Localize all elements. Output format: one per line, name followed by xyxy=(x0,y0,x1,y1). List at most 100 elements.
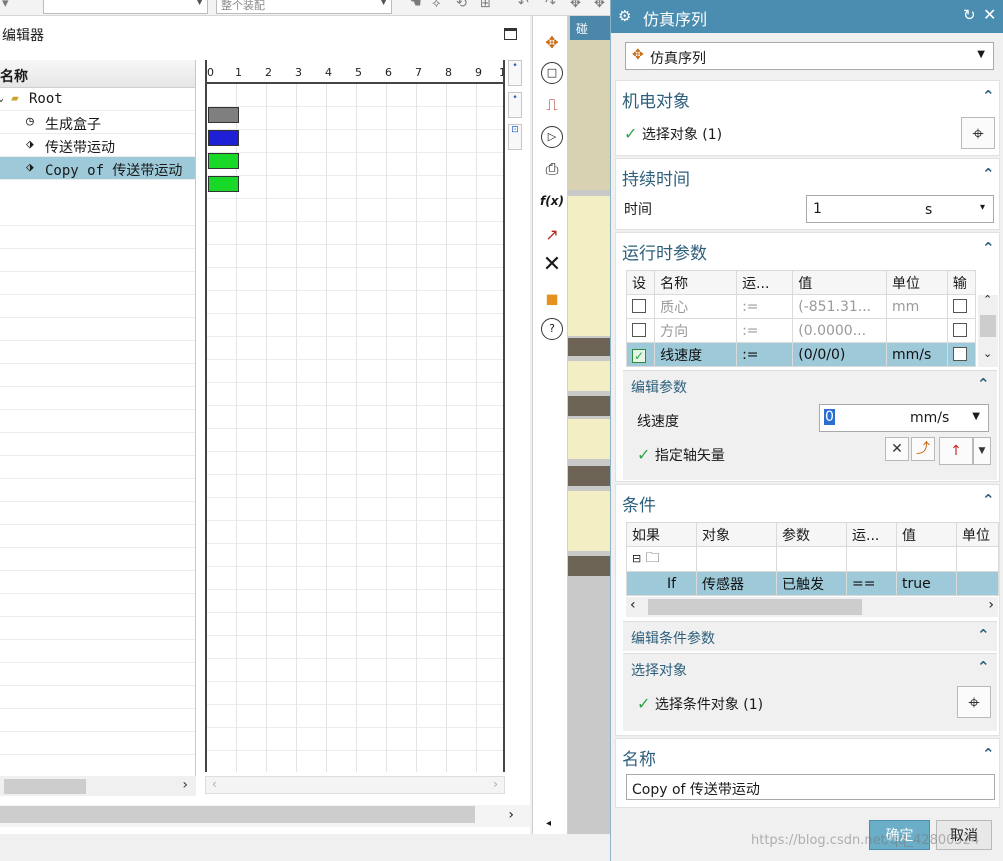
chevron-down-icon[interactable]: ▼ xyxy=(972,411,980,422)
table-row[interactable]: ✓ 线速度 := (0/0/0) mm/s xyxy=(625,342,977,367)
time-input[interactable]: 1 s ▾ xyxy=(806,195,994,223)
stop-icon[interactable]: □ xyxy=(541,62,563,84)
scrollbar-thumb[interactable] xyxy=(4,779,86,794)
collapse-icon[interactable]: ⌃ xyxy=(982,491,995,509)
link-arrow-icon[interactable]: ↗ xyxy=(539,222,565,248)
scroll-right-icon[interactable]: › xyxy=(493,777,498,791)
scroll-down-icon[interactable]: ⌄ xyxy=(983,347,992,360)
select-condition-object-button[interactable]: ⌖ xyxy=(957,686,991,718)
col-object[interactable]: 对象 xyxy=(696,522,777,547)
edit-condition-params-header[interactable]: 编辑条件参数 xyxy=(631,628,715,648)
timeline-bar-root[interactable] xyxy=(208,107,239,123)
editor-bottom-scrollbar[interactable]: › xyxy=(0,805,530,827)
runtime-params-header[interactable]: 运行时参数 xyxy=(622,239,707,264)
help-icon[interactable]: ? xyxy=(541,318,563,340)
chevron-left-icon[interactable]: ◂ xyxy=(546,818,551,829)
filter-icon[interactable]: ⊞ xyxy=(480,0,491,11)
reverse-direction-button[interactable]: ✕ xyxy=(885,437,909,461)
col-param[interactable]: 参数 xyxy=(776,522,847,547)
scrollbar-thumb[interactable] xyxy=(648,599,862,615)
sequence-type-select[interactable]: ✥ 仿真序列 ▼ xyxy=(625,42,994,70)
col-set[interactable]: 设 xyxy=(625,270,656,295)
close-icon[interactable]: ✕ xyxy=(983,5,996,24)
name-header[interactable]: 名称 xyxy=(622,745,656,770)
conditions-header[interactable]: 条件 xyxy=(622,491,656,516)
mech-object-header[interactable]: 机电对象 xyxy=(622,87,690,112)
collapse-icon[interactable]: ⌃ xyxy=(977,626,990,644)
tree-column-header[interactable]: 名称 xyxy=(0,60,195,88)
scroll-right-icon[interactable]: › xyxy=(182,777,188,793)
maximize-icon[interactable] xyxy=(504,28,517,40)
table-row[interactable]: 方向 := (0.0000... xyxy=(625,318,977,343)
pan-icon[interactable]: ✥ xyxy=(594,0,605,11)
assembly-scope-combo[interactable]: 整个装配 ▼ xyxy=(216,0,392,14)
fit-view-button[interactable]: ⊡ xyxy=(508,124,522,150)
collapse-tree-icon[interactable]: ⊟ xyxy=(632,552,641,565)
set-checkbox[interactable] xyxy=(632,298,646,313)
add-operation-icon[interactable]: ✥ xyxy=(539,30,565,56)
signal-icon[interactable]: ⎍ xyxy=(539,92,565,118)
output-checkbox[interactable] xyxy=(952,322,967,337)
scroll-right-icon[interactable]: › xyxy=(508,807,514,823)
col-unit[interactable]: 单位 xyxy=(885,270,948,295)
select-condition-object-header[interactable]: 选择对象 xyxy=(631,660,687,680)
timeline-bar-generate-box[interactable] xyxy=(208,130,239,146)
conditions-horizontal-scrollbar[interactable]: ‹ › xyxy=(626,597,998,617)
tree-horizontal-scrollbar[interactable]: › xyxy=(0,776,196,796)
col-value[interactable]: 值 xyxy=(896,522,957,547)
collapse-icon[interactable]: ⌃ xyxy=(982,165,995,183)
col-value[interactable]: 值 xyxy=(792,270,887,295)
output-checkbox[interactable] xyxy=(952,346,967,361)
select-icon[interactable]: ☚ xyxy=(410,0,422,11)
set-checkbox[interactable]: ✓ xyxy=(632,349,646,363)
reset-icon[interactable]: ↻ xyxy=(963,6,976,24)
collapse-icon[interactable]: ⌃ xyxy=(982,745,995,763)
scrollbar-thumb[interactable] xyxy=(0,806,475,823)
timeline-bar-copy-conveyor-motion[interactable] xyxy=(208,176,239,192)
link-icon[interactable]: ⟲ xyxy=(456,0,467,11)
move-icon[interactable]: ✥ xyxy=(570,0,581,11)
tree-row-copy-conveyor-motion[interactable]: ⬗ Copy of 传送带运动 xyxy=(0,157,195,180)
condition-group-row[interactable]: ⊟ 🗀 xyxy=(626,546,999,572)
expand-chevron-icon[interactable]: ⌄ xyxy=(0,93,4,104)
filter-combo[interactable]: ▼ xyxy=(43,0,208,14)
vector-dialog-button[interactable]: ⤴ xyxy=(911,437,935,461)
select-object-button[interactable]: ⌖ xyxy=(961,117,995,149)
edit-params-header[interactable]: 编辑参数 xyxy=(631,377,687,397)
scrollbar-thumb[interactable] xyxy=(980,315,996,337)
toolbar-dropdown-icon[interactable]: ▾ xyxy=(2,0,9,11)
timeline-horizontal-scrollbar[interactable]: ‹ › xyxy=(205,776,505,794)
viewport-tab[interactable]: 碰 xyxy=(570,16,610,40)
params-vertical-scrollbar[interactable]: ⌃ ⌄ xyxy=(978,293,998,367)
speed-input[interactable]: 0 mm/s ▼ xyxy=(819,404,989,432)
collapse-icon[interactable]: ⌃ xyxy=(977,658,990,676)
name-input[interactable]: Copy of 传送带运动 xyxy=(626,774,995,800)
vector-type-dropdown[interactable]: ▼ xyxy=(973,437,991,465)
col-op[interactable]: 运... xyxy=(736,270,794,295)
tree-row-generate-box[interactable]: ◷ 生成盒子 xyxy=(0,111,195,134)
collapse-icon[interactable]: ⌃ xyxy=(982,239,995,257)
redo-icon[interactable]: ↷ xyxy=(545,0,556,11)
scroll-right-icon[interactable]: › xyxy=(988,597,994,613)
condition-row[interactable]: If 传感器 已触发 == true xyxy=(626,571,999,596)
snap-icon[interactable]: ⟡ xyxy=(432,0,441,11)
tree-row-root[interactable]: ⌄ ▰ Root xyxy=(0,88,195,111)
output-checkbox[interactable] xyxy=(952,298,967,313)
col-unit[interactable]: 单位 xyxy=(956,522,999,547)
table-row[interactable]: 质心 := (-851.31... mm xyxy=(625,294,977,319)
scroll-left-icon[interactable]: ‹ xyxy=(212,777,217,791)
duration-header[interactable]: 持续时间 xyxy=(622,165,690,190)
group-icon[interactable]: ◼ xyxy=(539,286,565,312)
zoom-in-button[interactable]: • xyxy=(508,60,522,86)
col-name[interactable]: 名称 xyxy=(654,270,738,295)
col-if[interactable]: 如果 xyxy=(626,522,697,547)
save-icon[interactable]: ⎙ xyxy=(539,156,565,182)
undo-icon[interactable]: ↶ xyxy=(518,0,529,11)
col-output[interactable]: 输 xyxy=(946,270,977,295)
delete-icon[interactable]: ✕ xyxy=(539,252,565,278)
vector-type-button[interactable]: ↑ xyxy=(939,437,973,465)
play-icon[interactable]: ▷ xyxy=(541,126,563,148)
collapse-icon[interactable]: ⌃ xyxy=(982,87,995,105)
zoom-out-button[interactable]: • xyxy=(508,92,522,118)
scroll-left-icon[interactable]: ‹ xyxy=(630,597,636,613)
